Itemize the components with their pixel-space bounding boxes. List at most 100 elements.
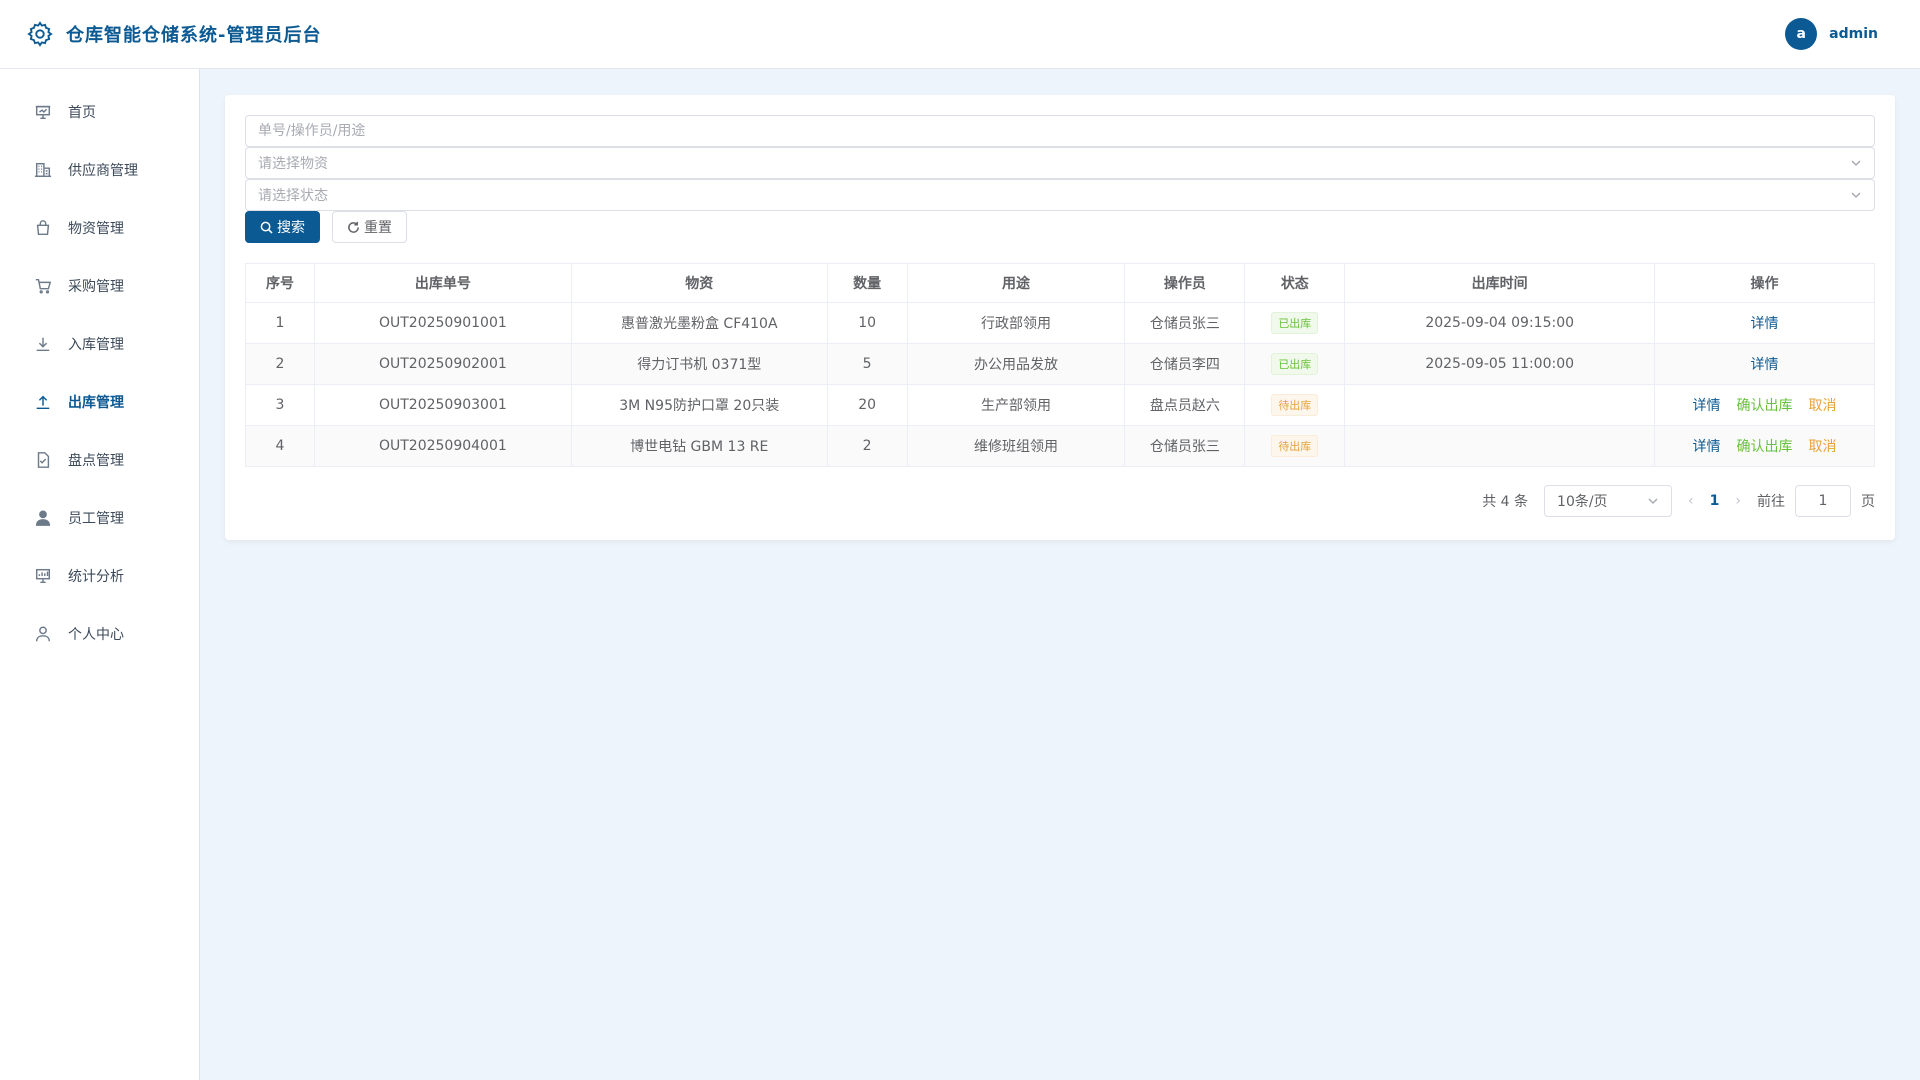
purpose: 行政部领用 bbox=[906, 302, 1126, 344]
sidebar-item-4[interactable]: 入库管理 bbox=[0, 315, 199, 373]
user-filled-icon bbox=[35, 510, 51, 526]
status-select[interactable]: 请选择状态 bbox=[245, 179, 1875, 211]
material-name: 惠普激光墨粉盒 CF410A bbox=[570, 302, 828, 344]
actions-cell: 详情 确认出库 取消 bbox=[1654, 425, 1875, 467]
avatar[interactable]: a bbox=[1785, 18, 1818, 50]
sidebar-item-label: 物资管理 bbox=[68, 221, 124, 237]
table-body: 1 OUT20250901001 惠普激光墨粉盒 CF410A 10 行政部领用 仓储员张… bbox=[245, 302, 1875, 467]
status-badge: 待出库 bbox=[1271, 435, 1319, 457]
goto-label: 前往 bbox=[1757, 494, 1785, 510]
status-select-placeholder: 请选择状态 bbox=[258, 188, 328, 204]
brand: 仓库智能仓储系统-管理员后台 bbox=[26, 20, 321, 48]
row-number: 3 bbox=[245, 384, 315, 426]
username[interactable]: admin bbox=[1829, 26, 1878, 42]
cancel-link[interactable]: 取消 bbox=[1809, 395, 1837, 415]
operator: 仓储员张三 bbox=[1124, 302, 1246, 344]
column-header: 出库时间 bbox=[1344, 263, 1656, 303]
pagination: 共 4 条 10条/页 ‹ 1 › 前往 页 bbox=[245, 485, 1875, 517]
quantity: 20 bbox=[826, 384, 908, 426]
chevron-down-icon bbox=[1648, 498, 1658, 505]
cancel-link[interactable]: 取消 bbox=[1809, 436, 1837, 456]
purpose: 办公用品发放 bbox=[906, 343, 1126, 385]
table-header: 序号 出库单号 物资 数量 用途 操作员 状态 出库时间 操作 bbox=[245, 263, 1875, 303]
prev-page-icon[interactable]: ‹ bbox=[1688, 493, 1694, 509]
column-header: 状态 bbox=[1244, 263, 1346, 303]
detail-link[interactable]: 详情 bbox=[1751, 354, 1779, 374]
status-cell: 待出库 bbox=[1244, 384, 1346, 426]
sidebar-item-label: 首页 bbox=[68, 105, 96, 121]
table-row: 2 OUT20250902001 得力订书机 0371型 5 办公用品发放 仓储员李四 已出… bbox=[245, 343, 1875, 385]
sidebar-item-1[interactable]: 供应商管理 bbox=[0, 141, 199, 199]
status-cell: 已出库 bbox=[1244, 302, 1346, 344]
reset-button-label: 重置 bbox=[364, 220, 392, 236]
download-icon bbox=[36, 337, 50, 352]
keyword-input[interactable] bbox=[258, 123, 1862, 139]
status-badge: 待出库 bbox=[1271, 394, 1319, 416]
page-size-value: 10条/页 bbox=[1557, 494, 1608, 510]
goto-input[interactable] bbox=[1795, 485, 1851, 517]
search-button-label: 搜索 bbox=[277, 220, 305, 236]
actions-cell: 详情 确认出库 取消 bbox=[1654, 384, 1875, 426]
detail-link[interactable]: 详情 bbox=[1693, 395, 1721, 415]
operator: 仓储员李四 bbox=[1124, 343, 1246, 385]
sidebar-item-5[interactable]: 出库管理 bbox=[0, 373, 199, 431]
column-header: 出库单号 bbox=[313, 263, 572, 303]
table-row: 4 OUT20250904001 博世电钻 GBM 13 RE 2 维修班组领用 仓储员张… bbox=[245, 425, 1875, 467]
total-count: 共 4 条 bbox=[1482, 494, 1529, 510]
sidebar-item-0[interactable]: 首页 bbox=[0, 83, 199, 141]
checklist-icon bbox=[37, 452, 50, 468]
page-number[interactable]: 1 bbox=[1710, 493, 1720, 509]
detail-link[interactable]: 详情 bbox=[1693, 436, 1721, 456]
outbound-time: 2025-09-04 09:15:00 bbox=[1344, 302, 1656, 344]
quantity: 5 bbox=[826, 343, 908, 385]
sidebar-item-label: 员工管理 bbox=[68, 511, 124, 527]
detail-link[interactable]: 详情 bbox=[1751, 313, 1779, 333]
material-name: 3M N95防护口罩 20只装 bbox=[570, 384, 828, 426]
material-name: 博世电钻 GBM 13 RE bbox=[570, 425, 828, 467]
upload-icon bbox=[36, 395, 50, 410]
column-header: 操作 bbox=[1654, 263, 1875, 303]
reset-button[interactable]: 重置 bbox=[332, 211, 407, 243]
sidebar-item-7[interactable]: 员工管理 bbox=[0, 489, 199, 547]
search-icon bbox=[260, 221, 273, 234]
sidebar-item-8[interactable]: 统计分析 bbox=[0, 547, 199, 605]
sidebar-item-2[interactable]: 物资管理 bbox=[0, 199, 199, 257]
material-name: 得力订书机 0371型 bbox=[570, 343, 828, 385]
sidebar: 首页供应商管理物资管理采购管理入库管理出库管理盘点管理员工管理统计分析 个人中心 bbox=[0, 69, 200, 1080]
outbound-time bbox=[1344, 425, 1656, 467]
operator: 盘点员赵六 bbox=[1124, 384, 1246, 426]
confirm-outbound-link[interactable]: 确认出库 bbox=[1737, 436, 1793, 456]
search-button[interactable]: 搜索 bbox=[245, 211, 320, 243]
outbound-panel: 请选择物资 请选择状态 搜索 重置 序号出库单号物资数量用途操作员状态出库时间操… bbox=[225, 95, 1895, 540]
quantity: 10 bbox=[826, 302, 908, 344]
sidebar-item-label: 出库管理 bbox=[68, 395, 124, 411]
confirm-outbound-link[interactable]: 确认出库 bbox=[1737, 395, 1793, 415]
bag-icon bbox=[36, 220, 50, 236]
column-header: 序号 bbox=[245, 263, 315, 303]
sidebar-item-label: 入库管理 bbox=[68, 337, 124, 353]
order-number: OUT20250904001 bbox=[313, 425, 572, 467]
table-row: 1 OUT20250901001 惠普激光墨粉盒 CF410A 10 行政部领用 仓储员张… bbox=[245, 302, 1875, 344]
purpose: 生产部领用 bbox=[906, 384, 1126, 426]
page-suffix: 页 bbox=[1861, 494, 1875, 510]
keyword-field[interactable] bbox=[245, 115, 1875, 147]
sidebar-item-label: 供应商管理 bbox=[68, 163, 138, 179]
filter-actions: 搜索 重置 bbox=[245, 211, 1875, 243]
sidebar-item-6[interactable]: 盘点管理 bbox=[0, 431, 199, 489]
chevron-down-icon bbox=[1851, 160, 1861, 167]
row-number: 4 bbox=[245, 425, 315, 467]
outbound-table: 序号 出库单号 物资 数量 用途 操作员 状态 出库时间 操作 1 OUT20250901001 惠… bbox=[245, 263, 1875, 467]
material-select[interactable]: 请选择物资 bbox=[245, 147, 1875, 179]
sidebar-item-label: 盘点管理 bbox=[68, 453, 124, 469]
table-row: 3 OUT20250903001 3M N95防护口罩 20只装 20 生产部领用 盘点员… bbox=[245, 384, 1875, 426]
page-size-select[interactable]: 10条/页 bbox=[1544, 485, 1673, 517]
sidebar-item-3[interactable]: 采购管理 bbox=[0, 257, 199, 315]
goto-page: 前往 页 bbox=[1757, 485, 1875, 517]
row-number: 1 bbox=[245, 302, 315, 344]
next-page-icon[interactable]: › bbox=[1735, 493, 1741, 509]
column-header: 用途 bbox=[906, 263, 1126, 303]
status-cell: 待出库 bbox=[1244, 425, 1346, 467]
status-cell: 已出库 bbox=[1244, 343, 1346, 385]
sidebar-item-9[interactable]: 个人中心 bbox=[0, 605, 199, 663]
user-menu[interactable]: a admin bbox=[1785, 18, 1878, 50]
